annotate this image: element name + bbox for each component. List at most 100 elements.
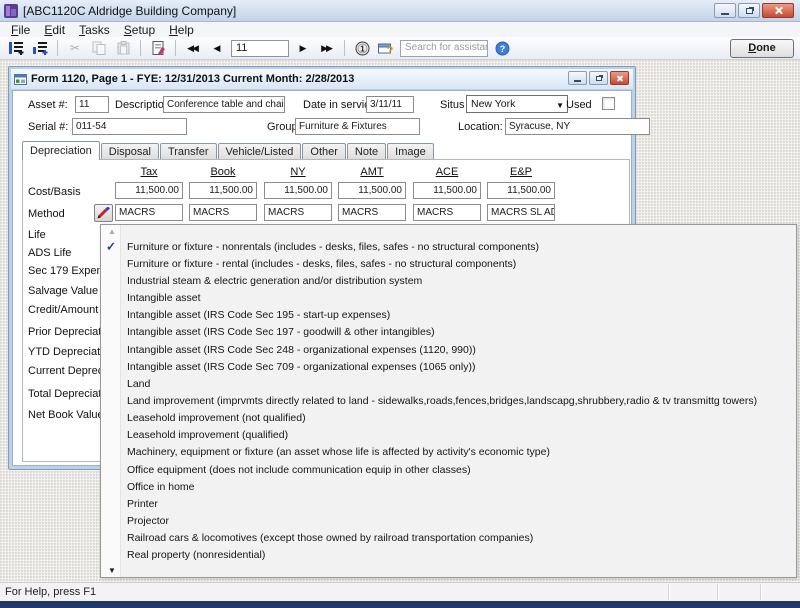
dropdown-item[interactable]: Land <box>101 375 796 392</box>
method-cell-ace[interactable]: MACRS <box>413 204 481 221</box>
record-number-input[interactable]: 11 <box>231 40 289 57</box>
used-checkbox[interactable] <box>602 97 615 110</box>
dropdown-item[interactable]: Intangible asset <box>101 289 796 306</box>
dropdown-item[interactable]: ✓Furniture or fixture - nonrentals (incl… <box>101 238 796 255</box>
location-field[interactable]: Syracuse, NY <box>505 118 650 135</box>
form-close-button[interactable] <box>610 71 629 85</box>
close-button[interactable] <box>762 3 794 18</box>
paste-button[interactable] <box>113 39 133 57</box>
document-icon <box>152 41 165 55</box>
cost-basis-cell-tax[interactable]: 11,500.00 <box>115 182 183 199</box>
dropdown-item[interactable]: Office in home <box>101 478 796 495</box>
dropdown-item[interactable]: Printer <box>101 495 796 512</box>
copy-button[interactable] <box>89 39 109 57</box>
method-wizard-button[interactable] <box>94 204 113 222</box>
date-in-service-field[interactable]: 3/11/11 <box>366 96 414 113</box>
dropdown-item[interactable]: Intangible asset (IRS Code Sec 709 - org… <box>101 358 796 375</box>
dropdown-item-label: Intangible asset (IRS Code Sec 195 - sta… <box>127 309 390 321</box>
previous-record-button[interactable]: ◀ <box>207 39 227 57</box>
method-cell-tax[interactable]: MACRS <box>115 204 183 221</box>
column-header-ep: E&P <box>487 166 555 178</box>
form-title: Form 1120, Page 1 - FYE: 12/31/2013 Curr… <box>31 73 354 85</box>
dropdown-item-label: Intangible asset (IRS Code Sec 709 - org… <box>127 361 475 373</box>
dropdown-item-label: Land improvement (imprvmts directly rela… <box>127 395 757 407</box>
status-divider <box>760 584 761 600</box>
tab-transfer[interactable]: Transfer <box>160 143 217 160</box>
display-calculation-button[interactable]: 1 <box>352 39 372 57</box>
form-title-bar: Form 1120, Page 1 - FYE: 12/31/2013 Curr… <box>11 69 633 89</box>
column-header-ace: ACE <box>413 166 481 178</box>
tab-other[interactable]: Other <box>302 143 346 160</box>
form-close-icon <box>616 75 623 82</box>
cut-icon: ✂ <box>70 41 80 55</box>
dropdown-item[interactable]: Furniture or fixture - rental (includes … <box>101 255 796 272</box>
dropdown-item[interactable]: Industrial steam & electric generation a… <box>101 272 796 289</box>
cost-basis-cell-amt[interactable]: 11,500.00 <box>338 182 406 199</box>
dropdown-item[interactable]: Intangible asset (IRS Code Sec 197 - goo… <box>101 324 796 341</box>
column-header-ny: NY <box>264 166 332 178</box>
dropdown-item-label: Office equipment (does not include commu… <box>127 464 471 476</box>
menu-help[interactable]: Help <box>162 22 201 38</box>
dropdown-item[interactable]: Intangible asset (IRS Code Sec 195 - sta… <box>101 307 796 324</box>
context-help-button[interactable]: ? <box>376 39 396 57</box>
menu-setup[interactable]: Setup <box>117 22 162 38</box>
first-record-icon: ◀◀ <box>187 43 199 54</box>
cut-button[interactable]: ✂ <box>65 39 85 57</box>
cost-basis-cell-book[interactable]: 11,500.00 <box>189 182 257 199</box>
method-cell-ny[interactable]: MACRS <box>264 204 332 221</box>
add-asset-button[interactable] <box>6 39 26 57</box>
restore-button[interactable] <box>738 3 760 18</box>
menu-tasks[interactable]: Tasks <box>72 22 117 38</box>
dropdown-item-label: Printer <box>127 498 158 510</box>
menu-file[interactable]: File <box>4 22 37 38</box>
tab-vehicle-listed[interactable]: Vehicle/Listed <box>218 143 302 160</box>
help-button[interactable]: ? <box>492 39 512 57</box>
tab-note[interactable]: Note <box>347 143 386 160</box>
first-record-button[interactable]: ◀◀ <box>183 39 203 57</box>
tab-image[interactable]: Image <box>387 143 434 160</box>
next-record-button[interactable]: ▶ <box>293 39 313 57</box>
dropdown-item[interactable]: Office equipment (does not include commu… <box>101 461 796 478</box>
dropdown-item-label: Leasehold improvement (qualified) <box>127 429 288 441</box>
method-cell-book[interactable]: MACRS <box>189 204 257 221</box>
dropdown-item[interactable]: Real property (nonresidential) <box>101 547 796 564</box>
method-cell-ep[interactable]: MACRS SL ADS <box>487 204 555 221</box>
dropdown-item-label: Projector <box>127 515 169 527</box>
serial-number-field[interactable]: 011-54 <box>72 118 187 135</box>
situs-value: New York <box>471 98 515 110</box>
dropdown-item-label: Railroad cars & locomotives (except thos… <box>127 532 533 544</box>
dropdown-item-label: Furniture or fixture - nonrentals (inclu… <box>127 241 539 253</box>
cost-basis-cell-ace[interactable]: 11,500.00 <box>413 182 481 199</box>
edit-display-button[interactable] <box>148 39 168 57</box>
dropdown-item[interactable]: Railroad cars & locomotives (except thos… <box>101 530 796 547</box>
last-record-button[interactable]: ▶▶ <box>317 39 337 57</box>
dropdown-item[interactable]: Land improvement (imprvmts directly rela… <box>101 392 796 409</box>
tab-depreciation[interactable]: Depreciation <box>22 141 100 160</box>
form-minimize-button[interactable] <box>568 71 587 85</box>
cost-basis-cell-ep[interactable]: 11,500.00 <box>487 182 555 199</box>
situs-select[interactable]: New York ▼ <box>466 95 568 113</box>
menu-edit[interactable]: Edit <box>37 22 72 38</box>
tab-disposal[interactable]: Disposal <box>101 143 159 160</box>
done-button[interactable]: Done <box>730 39 794 58</box>
minimize-button[interactable] <box>714 3 736 18</box>
form-restore-button[interactable] <box>589 71 608 85</box>
group-field[interactable]: Furniture & Fixtures <box>295 118 420 135</box>
description-field[interactable]: Conference table and chairs <box>163 96 285 113</box>
app-logo-icon <box>4 4 18 18</box>
scroll-up-icon[interactable]: ▲ <box>104 226 120 237</box>
dropdown-item[interactable]: Machinery, equipment or fixture (an asse… <box>101 444 796 461</box>
search-input[interactable]: Search for assistance <box>400 40 488 57</box>
last-record-icon: ▶▶ <box>321 43 333 54</box>
dropdown-item[interactable]: Intangible asset (IRS Code Sec 248 - org… <box>101 341 796 358</box>
scroll-down-icon[interactable]: ▼ <box>104 565 120 576</box>
add-activity-button[interactable] <box>30 39 50 57</box>
dropdown-item[interactable]: Projector <box>101 513 796 530</box>
method-cell-amt[interactable]: MACRS <box>338 204 406 221</box>
toolbar: ✂ ◀◀ ◀ 11 ▶ ▶▶ 1 ? Search for assistance… <box>0 37 800 60</box>
dropdown-item[interactable]: Leasehold improvement (qualified) <box>101 427 796 444</box>
column-header-amt: AMT <box>338 166 406 178</box>
dropdown-item[interactable]: Leasehold improvement (not qualified) <box>101 410 796 427</box>
asset-number-field[interactable]: 11 <box>75 96 109 113</box>
cost-basis-cell-ny[interactable]: 11,500.00 <box>264 182 332 199</box>
